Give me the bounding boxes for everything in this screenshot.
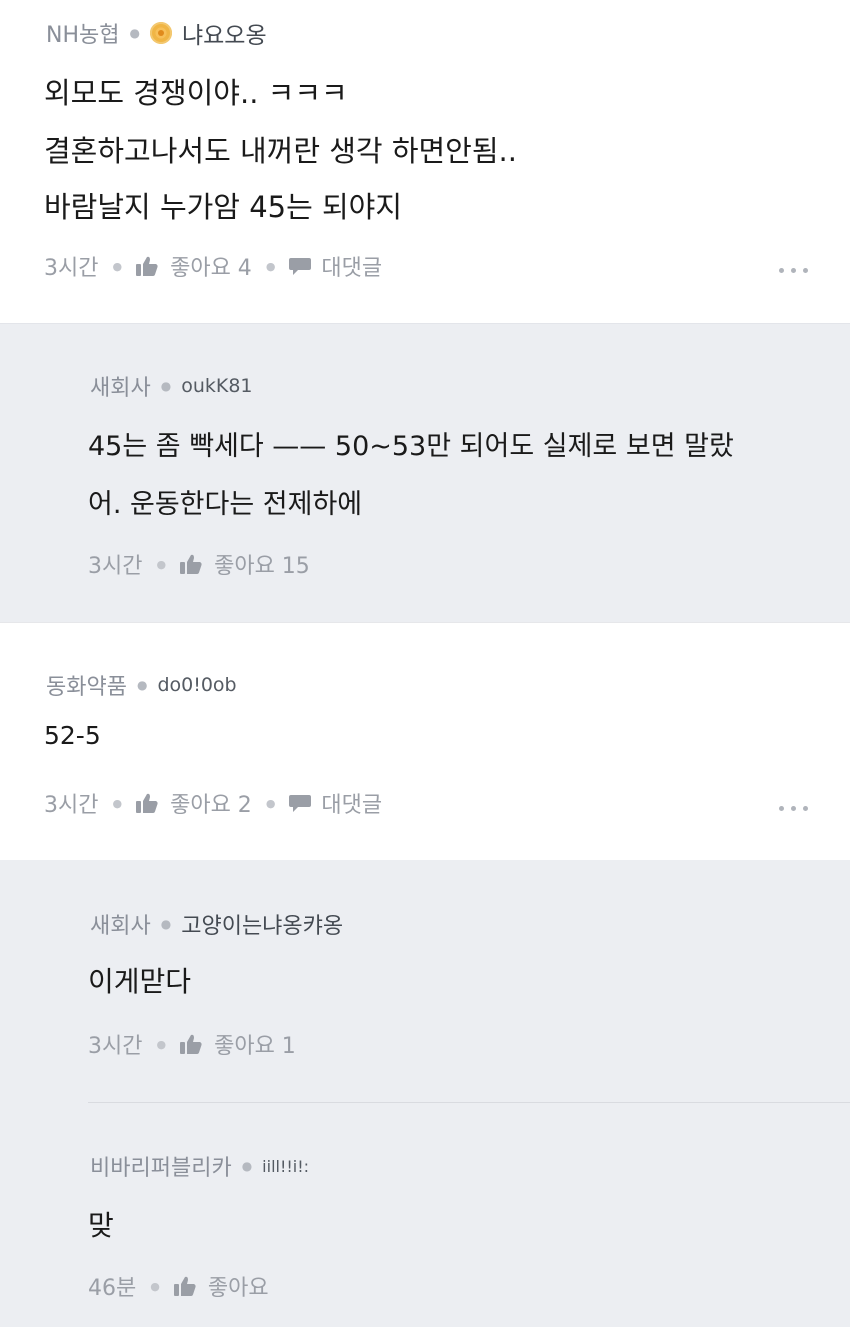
comment-author-row: NH농협 ● 냐요오옹: [46, 16, 267, 50]
comment-text-line: 어. 운동한다는 전제하에: [88, 489, 363, 520]
comment-author-row: 새회사 ● 고양이는냐옹캬옹: [90, 908, 343, 940]
comment-text-line: 외모도 경쟁이야.. ㅋㅋㅋ: [44, 76, 348, 110]
company-name[interactable]: 새회사: [90, 370, 151, 402]
like-count: 좋아요 2: [170, 793, 252, 818]
separator-dot: ●: [160, 917, 172, 931]
timestamp: 3시간: [88, 1034, 143, 1059]
nickname[interactable]: do0!0ob: [157, 674, 236, 696]
comment-text-line: 45는 좀 빡세다 —— 50~53만 되어도 실제로 보면 말랐: [88, 431, 734, 462]
company-name[interactable]: 동화약품: [46, 669, 127, 701]
comment-meta: 3시간 ● 좋아요 2 ● 대댓글: [44, 787, 382, 819]
speech-bubble-icon: [289, 793, 312, 813]
timestamp: 46분: [88, 1276, 137, 1301]
company-name[interactable]: NH농협: [46, 17, 119, 49]
separator-dot: ●: [150, 1279, 160, 1293]
separator-dot: ●: [241, 1159, 253, 1173]
comment-text-line: 바람날지 누가암 45는 되야지: [44, 190, 403, 224]
medal-icon: [149, 22, 172, 44]
like-button[interactable]: 좋아요 1: [180, 1028, 296, 1060]
company-name[interactable]: 비바리퍼블리카: [90, 1150, 232, 1182]
comment-text-line: 52-5: [44, 721, 101, 750]
timestamp: 3시간: [88, 554, 143, 579]
comment-meta: 3시간 ● 좋아요 1: [88, 1028, 296, 1060]
like-button[interactable]: 좋아요 2: [136, 787, 252, 819]
like-count: 좋아요 1: [214, 1034, 296, 1059]
nickname[interactable]: 냐요오옹: [182, 16, 267, 50]
thumbs-up-icon: [180, 1034, 202, 1054]
separator-dot: ●: [156, 1037, 167, 1051]
reply-thread: 새회사 ● 고양이는냐옹캬옹 이게맏다 3시간 ● 좋아요 1 비바리퍼블리카 …: [0, 860, 850, 1327]
comment: 동화약품 ● do0!0ob 52-5 3시간 ● 좋아요 2 ● 대댓글: [0, 622, 850, 860]
divider: [88, 1102, 850, 1103]
more-dots-icon[interactable]: [779, 806, 808, 811]
like-button[interactable]: 좋아요 15: [180, 548, 310, 580]
separator-dot: ●: [160, 379, 172, 393]
timestamp: 3시간: [44, 256, 99, 281]
separator-dot: ●: [265, 259, 276, 273]
comment-text-line: 결혼하고나서도 내꺼란 생각 하면안됨..: [44, 134, 517, 168]
more-dots-icon[interactable]: [779, 268, 808, 273]
like-count: 좋아요 4: [170, 256, 252, 281]
thumbs-up-icon: [136, 256, 158, 276]
reply-label: 대댓글: [321, 256, 383, 281]
separator-dot: ●: [129, 26, 140, 40]
comment-meta: 3시간 ● 좋아요 15: [88, 548, 310, 580]
thumbs-up-icon: [180, 554, 202, 574]
separator-dot: ●: [156, 557, 167, 571]
comment-author-row: 새회사 ● oukK81: [90, 370, 253, 402]
separator-dot: ●: [112, 259, 123, 273]
comment-meta: 46분 ● 좋아요: [88, 1270, 269, 1302]
like-button[interactable]: 좋아요: [173, 1270, 269, 1302]
comment-text-line: 이게맏다: [88, 965, 192, 998]
reply-label: 대댓글: [321, 793, 383, 818]
like-count: 좋아요: [207, 1276, 269, 1301]
nickname[interactable]: 고양이는냐옹캬옹: [181, 908, 343, 940]
timestamp: 3시간: [44, 793, 99, 818]
company-name[interactable]: 새회사: [90, 908, 151, 940]
comment-meta: 3시간 ● 좋아요 4 ● 대댓글: [44, 250, 382, 282]
reply-button[interactable]: 대댓글: [289, 787, 382, 819]
reply-comment: 새회사 ● oukK81 45는 좀 빡세다 —— 50~53만 되어도 실제로…: [0, 323, 850, 622]
comment-text-line: 맞: [88, 1209, 114, 1242]
separator-dot: ●: [265, 796, 276, 810]
reply-button[interactable]: 대댓글: [289, 250, 382, 282]
thumbs-up-icon: [136, 793, 158, 813]
thumbs-up-icon: [173, 1276, 196, 1296]
comment: NH농협 ● 냐요오옹 외모도 경쟁이야.. ㅋㅋㅋ 결혼하고나서도 내꺼란 생…: [0, 0, 850, 323]
nickname[interactable]: iill!!i!:: [262, 1157, 309, 1176]
like-count: 좋아요 15: [214, 554, 310, 579]
speech-bubble-icon: [289, 256, 312, 276]
separator-dot: ●: [112, 796, 123, 810]
comment-author-row: 동화약품 ● do0!0ob: [46, 669, 237, 701]
separator-dot: ●: [136, 678, 148, 692]
nickname[interactable]: oukK81: [181, 375, 252, 397]
comment-author-row: 비바리퍼블리카 ● iill!!i!:: [90, 1150, 309, 1182]
like-button[interactable]: 좋아요 4: [136, 250, 252, 282]
